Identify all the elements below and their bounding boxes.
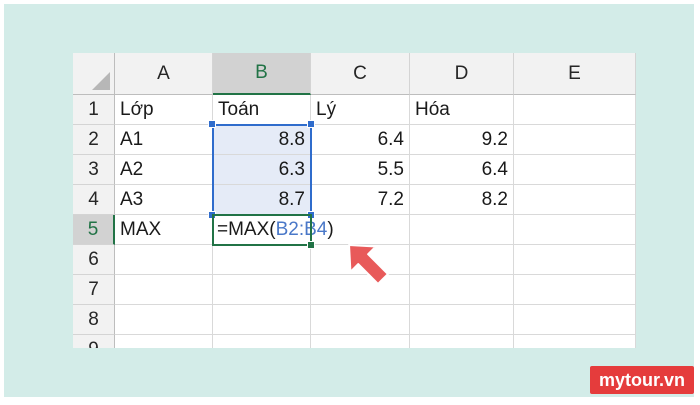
cell-b5-formula[interactable]: =MAX(B2:B4): [213, 215, 334, 245]
cell-b6[interactable]: [213, 245, 311, 275]
cell-a9[interactable]: [115, 335, 213, 348]
cell-e6[interactable]: [514, 245, 636, 275]
cell-e9[interactable]: [514, 335, 636, 348]
row-header-2[interactable]: 2: [73, 125, 115, 155]
cell-b7[interactable]: [213, 275, 311, 305]
formula-prefix: =MAX(: [217, 218, 276, 240]
cell-b9[interactable]: [213, 335, 311, 348]
range-handle-top-left[interactable]: [208, 120, 216, 128]
cell-c4[interactable]: 7.2: [311, 185, 410, 215]
spreadsheet-grid: A B C D E 1 2 3 4 5 6 7 8 9 Lớp Toán Lý …: [73, 53, 636, 348]
row-header-1[interactable]: 1: [73, 95, 115, 125]
cell-c1[interactable]: Lý: [311, 95, 410, 125]
cell-e7[interactable]: [514, 275, 636, 305]
cell-d6[interactable]: [410, 245, 514, 275]
pointer-arrow-icon: [348, 244, 389, 285]
cell-a5[interactable]: MAX: [115, 215, 213, 245]
cell-d4[interactable]: 8.2: [410, 185, 514, 215]
cell-d5[interactable]: [410, 215, 514, 245]
row-header-3[interactable]: 3: [73, 155, 115, 185]
cell-b8[interactable]: [213, 305, 311, 335]
row-header-9[interactable]: 9: [73, 335, 115, 348]
cell-d2[interactable]: 9.2: [410, 125, 514, 155]
cell-e3[interactable]: [514, 155, 636, 185]
select-all-corner[interactable]: [73, 53, 115, 95]
mytour-logo: mytour.vn: [590, 366, 694, 394]
row-header-7[interactable]: 7: [73, 275, 115, 305]
row-header-8[interactable]: 8: [73, 305, 115, 335]
select-all-triangle-icon: [92, 72, 110, 90]
row-header-4[interactable]: 4: [73, 185, 115, 215]
range-handle-bottom-left[interactable]: [208, 211, 216, 219]
cell-a7[interactable]: [115, 275, 213, 305]
cell-a4[interactable]: A3: [115, 185, 213, 215]
cell-e5[interactable]: [514, 215, 636, 245]
cell-d9[interactable]: [410, 335, 514, 348]
cell-c9[interactable]: [311, 335, 410, 348]
cell-a1[interactable]: Lớp: [115, 95, 213, 125]
cell-b1[interactable]: Toán: [213, 95, 311, 125]
cell-e2[interactable]: [514, 125, 636, 155]
row-header-5[interactable]: 5: [73, 215, 115, 245]
cell-d8[interactable]: [410, 305, 514, 335]
cell-b4[interactable]: 8.7: [213, 185, 311, 215]
column-header-e[interactable]: E: [514, 53, 636, 95]
cell-d3[interactable]: 6.4: [410, 155, 514, 185]
fill-handle[interactable]: [307, 241, 315, 249]
cell-e4[interactable]: [514, 185, 636, 215]
cell-c3[interactable]: 5.5: [311, 155, 410, 185]
cell-d1[interactable]: Hóa: [410, 95, 514, 125]
cell-e1[interactable]: [514, 95, 636, 125]
row-header-6[interactable]: 6: [73, 245, 115, 275]
column-header-d[interactable]: D: [410, 53, 514, 95]
cell-a2[interactable]: A1: [115, 125, 213, 155]
cell-b3[interactable]: 6.3: [213, 155, 311, 185]
cell-a6[interactable]: [115, 245, 213, 275]
column-header-a[interactable]: A: [115, 53, 213, 95]
cell-d7[interactable]: [410, 275, 514, 305]
cell-a3[interactable]: A2: [115, 155, 213, 185]
column-header-c[interactable]: C: [311, 53, 410, 95]
cell-a8[interactable]: [115, 305, 213, 335]
cell-c8[interactable]: [311, 305, 410, 335]
range-handle-top-right[interactable]: [307, 120, 315, 128]
cell-e8[interactable]: [514, 305, 636, 335]
cell-c2[interactable]: 6.4: [311, 125, 410, 155]
cell-b2[interactable]: 8.8: [213, 125, 311, 155]
range-handle-bottom-right[interactable]: [307, 211, 315, 219]
column-header-b[interactable]: B: [213, 53, 311, 95]
